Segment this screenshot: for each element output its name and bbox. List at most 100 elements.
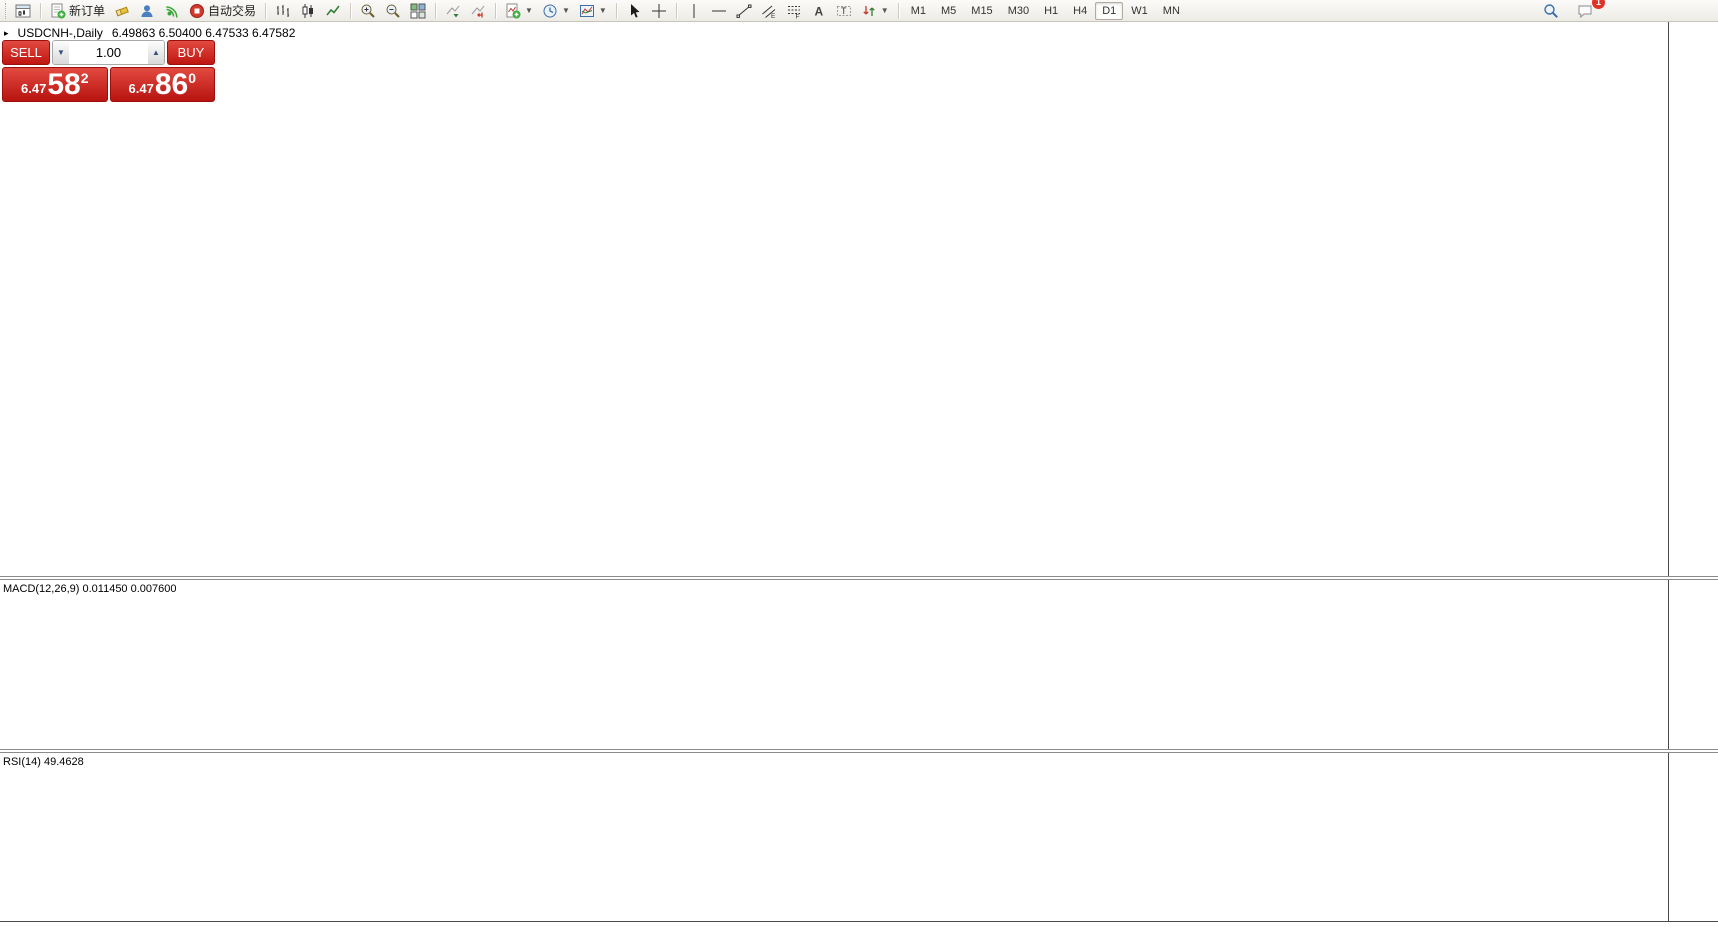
fibonacci-icon: F — [786, 3, 802, 19]
signals-icon — [164, 3, 180, 19]
new-chart-icon — [15, 3, 31, 19]
chevron-down-icon[interactable]: ▼ — [562, 6, 570, 15]
arrows-button[interactable]: ▼ — [857, 0, 893, 22]
toolbar: 新订单 自动交易 ▼ ▼ ▼ E FAT ▼ M1M5M15M30H1H4D1W1MN 1 — [0, 0, 1718, 22]
vertical-line-icon — [686, 3, 702, 19]
cursor-icon — [626, 3, 642, 19]
vertical-line-button[interactable] — [682, 0, 706, 22]
chart-title-line: ▸ USDCNH-,Daily 6.49863 6.50400 6.47533 … — [4, 26, 295, 40]
toolbar-separator — [616, 3, 617, 19]
indicators-button[interactable]: ▼ — [501, 0, 537, 22]
timeframe-M1-button[interactable]: M1 — [904, 2, 933, 20]
line-chart-button[interactable] — [321, 0, 345, 22]
chart-shift-button[interactable] — [466, 0, 490, 22]
volume-stepper: ▼ ▲ — [52, 40, 165, 65]
line-chart-icon — [325, 3, 341, 19]
timeframe-M15-button[interactable]: M15 — [964, 2, 999, 20]
tile-windows-button[interactable] — [406, 0, 430, 22]
rsi-indicator-label: RSI(14) 49.4628 — [3, 756, 84, 768]
indicators-icon — [505, 3, 521, 19]
community-icon — [139, 3, 155, 19]
svg-text:E: E — [771, 13, 776, 19]
chat-icon — [1577, 3, 1593, 19]
svg-text:A: A — [814, 4, 823, 18]
periods-button[interactable]: ▼ — [538, 0, 574, 22]
mt4-window: 新订单 自动交易 ▼ ▼ ▼ E FAT ▼ M1M5M15M30H1H4D1W1MN 1 ▸ … — [0, 0, 1718, 942]
zoom-in-button[interactable] — [356, 0, 380, 22]
toolbar-separator — [676, 3, 677, 19]
auto-scroll-button[interactable] — [441, 0, 465, 22]
auto-scroll-icon — [445, 3, 461, 19]
channel-button[interactable]: E — [757, 0, 781, 22]
new-order-button[interactable]: 新订单 — [46, 0, 109, 22]
chevron-down-icon[interactable]: ▼ — [881, 6, 889, 15]
trendline-icon — [736, 3, 752, 19]
volume-input[interactable] — [69, 41, 148, 64]
buy-price-big: 86 — [155, 68, 188, 101]
text-label-icon: T — [836, 3, 852, 19]
chart-canvas — [0, 0, 1718, 942]
panel-divider-rsi[interactable] — [0, 749, 1718, 753]
volume-decrease-button[interactable]: ▼ — [53, 41, 69, 64]
new-chart-button[interactable] — [11, 0, 35, 22]
timeframe-M30-button[interactable]: M30 — [1001, 2, 1036, 20]
horizontal-line-icon — [711, 3, 727, 19]
bars-chart-button[interactable] — [271, 0, 295, 22]
timeframe-D1-button[interactable]: D1 — [1095, 2, 1123, 20]
macd-indicator-label: MACD(12,26,9) 0.011450 0.007600 — [3, 583, 176, 595]
crosshair-icon — [651, 3, 667, 19]
horizontal-line-button[interactable] — [707, 0, 731, 22]
community-button[interactable] — [135, 0, 159, 22]
toolbar-grip — [5, 3, 8, 19]
zoom-in-icon — [360, 3, 376, 19]
toolbar-separator — [40, 3, 41, 19]
chevron-down-icon[interactable]: ▼ — [599, 6, 607, 15]
zoom-out-button[interactable] — [381, 0, 405, 22]
arrows-icon — [861, 3, 877, 19]
text-button[interactable]: A — [807, 0, 831, 22]
buy-price-sup: 0 — [188, 70, 196, 86]
chat-button[interactable]: 1 — [1573, 0, 1597, 22]
candles-chart-icon — [300, 3, 316, 19]
timeframe-W1-button[interactable]: W1 — [1124, 2, 1155, 20]
volume-increase-button[interactable]: ▲ — [148, 41, 164, 64]
signals-button[interactable] — [160, 0, 184, 22]
chart-collapse-arrow[interactable]: ▸ — [4, 28, 9, 39]
eraser-button[interactable] — [110, 0, 134, 22]
buy-price-base: 6.47 — [129, 81, 154, 96]
bars-chart-icon — [275, 3, 291, 19]
cursor-button[interactable] — [622, 0, 646, 22]
chevron-down-icon[interactable]: ▼ — [525, 6, 533, 15]
buy-button[interactable]: BUY — [167, 40, 215, 65]
timeframe-MN-button[interactable]: MN — [1156, 2, 1187, 20]
autotrade-button[interactable]: 自动交易 — [185, 0, 260, 22]
panel-divider-macd[interactable] — [0, 576, 1718, 580]
buy-price-display[interactable]: 6.47 86 0 — [110, 67, 216, 102]
timeframe-H4-button[interactable]: H4 — [1066, 2, 1094, 20]
search-button[interactable] — [1539, 0, 1563, 22]
candles-chart-button[interactable] — [296, 0, 320, 22]
toolbar-separator — [265, 3, 266, 19]
timeframe-M5-button[interactable]: M5 — [934, 2, 963, 20]
trendline-button[interactable] — [732, 0, 756, 22]
toolbar-separator — [435, 3, 436, 19]
tile-windows-icon — [410, 3, 426, 19]
price-axis-border — [1668, 22, 1669, 922]
sell-button[interactable]: SELL — [2, 40, 50, 65]
timeframe-H1-button[interactable]: H1 — [1037, 2, 1065, 20]
time-axis-border — [0, 921, 1718, 922]
sell-price-display[interactable]: 6.47 58 2 — [2, 67, 108, 102]
fibonacci-button[interactable]: F — [782, 0, 806, 22]
toolbar-separator — [350, 3, 351, 19]
crosshair-button[interactable] — [647, 0, 671, 22]
zoom-out-icon — [385, 3, 401, 19]
templates-button[interactable]: ▼ — [575, 0, 611, 22]
sell-price-big: 58 — [47, 68, 80, 101]
text-icon: A — [811, 3, 827, 19]
toolbar-separator — [898, 3, 899, 19]
notification-badge: 1 — [1592, 0, 1605, 9]
text-label-button[interactable]: T — [832, 0, 856, 22]
periods-icon — [542, 3, 558, 19]
new-order-label: 新订单 — [69, 2, 105, 19]
chart-ohlc-values: 6.49863 6.50400 6.47533 6.47582 — [112, 26, 296, 40]
